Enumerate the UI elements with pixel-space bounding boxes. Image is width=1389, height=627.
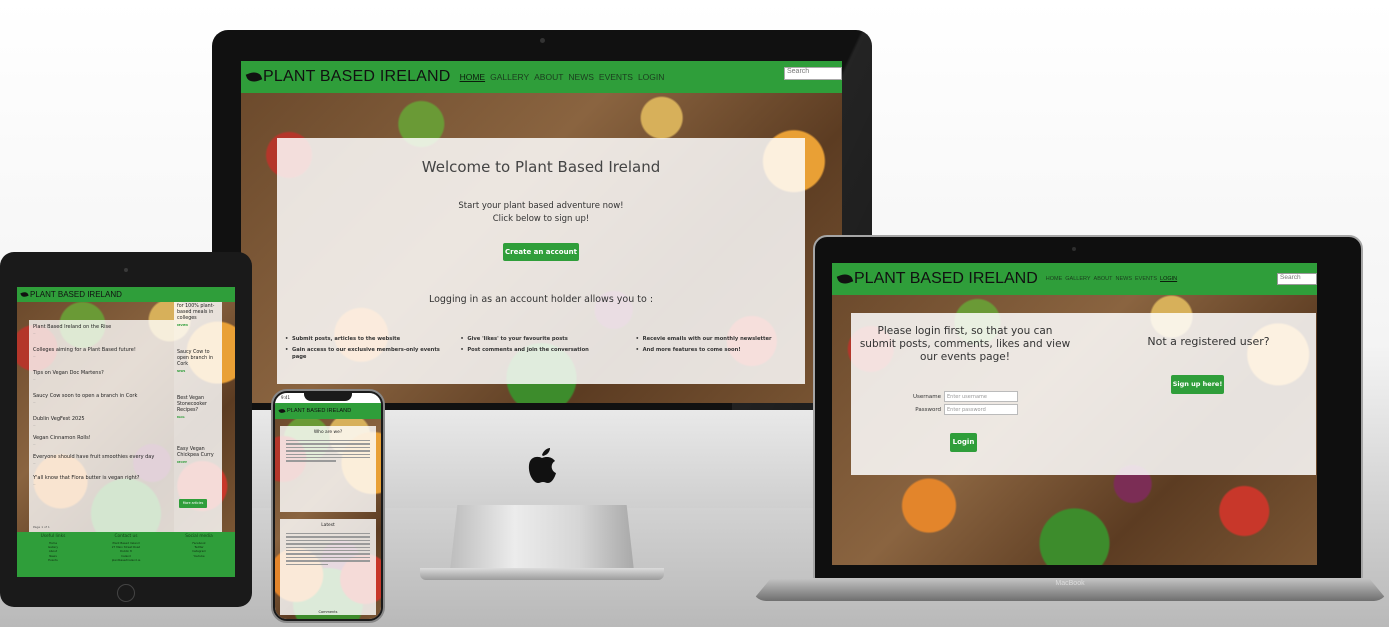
not-registered-heading: Not a registered user? [1147, 335, 1270, 348]
leaf-icon [20, 290, 29, 299]
imac-stand [450, 505, 634, 571]
imac-foot [420, 568, 664, 580]
nav-about[interactable]: ABOUT [1094, 276, 1113, 282]
login-button[interactable]: Login [950, 433, 977, 452]
search-input[interactable]: Search [1277, 273, 1317, 285]
username-label: Username [912, 393, 941, 400]
site-brand[interactable]: PLANT BASED IRELAND [278, 408, 352, 414]
macbook-camera [1072, 247, 1076, 251]
navbar: PLANT BASED IRELAND [17, 287, 235, 302]
leaf-icon [278, 408, 286, 414]
list-item[interactable]: Colleges aiming for a Plant Based future… [33, 347, 171, 358]
nav-news[interactable]: NEWS [568, 72, 594, 82]
laptop-screen: PLANT BASED IRELAND HOME GALLERY ABOUT N… [832, 263, 1317, 565]
comments-link[interactable]: Comments [280, 610, 376, 614]
footer-contact: Contact us Plant Based Ireland 27 Main S… [111, 534, 141, 562]
footer-social: Social media Facebook Twitter Instagram … [163, 534, 235, 558]
apple-logo-icon [528, 448, 556, 483]
nav-gallery[interactable]: GALLERY [1065, 276, 1090, 282]
footer-link[interactable]: Events [17, 558, 89, 562]
sign-up-button[interactable]: Sign up here! [1171, 375, 1224, 394]
site-brand[interactable]: PLANT BASED IRELAND [836, 270, 1038, 288]
pagination-text: Page 1 of 1 [33, 525, 50, 529]
list-item[interactable]: Y'all know that Flora butter is vegan ri… [33, 475, 171, 486]
latest-card: Latest Comments [280, 519, 376, 615]
list-item[interactable]: Vegan Cinnamon Rolls! — [33, 435, 171, 446]
username-field[interactable]: Enter username [944, 391, 1018, 402]
nav-events[interactable]: EVENTS [1135, 276, 1157, 282]
password-label: Password [915, 406, 941, 413]
about-card: Who are we? [280, 426, 376, 512]
page-title: Welcome to Plant Based Ireland [421, 158, 661, 176]
leaf-icon [245, 69, 263, 85]
vegetable-background: Please login first, so that you can subm… [832, 295, 1317, 565]
imac-camera [540, 38, 545, 43]
ipad-home-button [117, 584, 135, 602]
navbar: PLANT BASED IRELAND HOME GALLERY ABOUT N… [832, 263, 1317, 295]
sidebar-item[interactable]: Best Vegan Stonecooker Recipes? BLOG [177, 396, 221, 419]
card-text [280, 435, 376, 467]
benefit-item: Recevie emails with our monthly newslett… [636, 336, 797, 343]
footer: Useful links Home Gallery About News Eve… [17, 532, 235, 577]
sidebar-item[interactable]: Easy Vegan Chickpea Curry RECIPE [177, 447, 221, 464]
benefit-item: Give 'likes' to your favourite posts [460, 336, 621, 343]
benefit-item: Post comments and join the conversation [460, 347, 621, 361]
sidebar-item[interactable]: Saucy Cow to open branch in Cork NEWS [177, 350, 221, 373]
brand-name: PLANT BASED IRELAND [30, 290, 122, 299]
username-row: Username Enter username [891, 391, 1051, 402]
vegetable-background: Plant Based Ireland on the Rise — College… [17, 302, 235, 534]
navbar: PLANT BASED IRELAND [275, 403, 381, 419]
social-link[interactable]: Youtube [163, 554, 235, 558]
nav-about[interactable]: ABOUT [534, 72, 563, 82]
macbook-label: MacBook [1055, 580, 1085, 587]
login-prompt: Please login first, so that you can subm… [859, 325, 1071, 363]
nav-gallery[interactable]: GALLERY [490, 72, 529, 82]
benefits-heading: Logging in as an account holder allows y… [428, 294, 654, 305]
benefits-list: Submit posts, articles to the website Gi… [285, 336, 797, 361]
intro-text: Start your plant based adventure now! Cl… [458, 201, 624, 224]
footer-useful-links: Useful links Home Gallery About News Eve… [17, 534, 89, 562]
sidebar-item[interactable]: for 100% plant-based meals in colleges R… [177, 304, 221, 327]
site-brand[interactable]: PLANT BASED IRELAND [20, 290, 122, 299]
list-item[interactable]: Tips on Vegan Doc Martens? — [33, 370, 171, 381]
nav-links: HOME GALLERY ABOUT NEWS EVENTS LOGIN [460, 72, 665, 82]
welcome-panel: Welcome to Plant Based Ireland Start you… [277, 138, 805, 384]
password-field[interactable]: Enter password [944, 404, 1018, 415]
post-list: Plant Based Ireland on the Rise — College… [29, 320, 174, 534]
phone-screen: 9:41 PLANT BASED IRELAND Who are we? Lat… [275, 393, 381, 619]
nav-login[interactable]: LOGIN [1160, 276, 1177, 282]
benefit-item: Gain access to our exclusive members-onl… [285, 347, 446, 361]
vegetable-background: Welcome to Plant Based Ireland Start you… [241, 93, 842, 403]
list-item[interactable]: Plant Based Ireland on the Rise — [33, 324, 171, 335]
nav-login[interactable]: LOGIN [638, 72, 664, 82]
login-panel: Please login first, so that you can subm… [851, 313, 1316, 475]
brand-name: PLANT BASED IRELAND [287, 408, 352, 414]
brand-name: PLANT BASED IRELAND [263, 68, 451, 85]
create-account-button[interactable]: Create an account [503, 243, 579, 261]
card-text [280, 528, 376, 570]
ipad-camera [124, 268, 128, 272]
list-item[interactable]: Dublin VegFest 2025— [33, 416, 171, 427]
desktop-screen: PLANT BASED IRELAND HOME GALLERY ABOUT N… [241, 61, 842, 403]
nav-events[interactable]: EVENTS [599, 72, 633, 82]
search-input[interactable]: Search [784, 67, 842, 80]
leaf-icon [836, 271, 854, 287]
tablet-screen: PLANT BASED IRELAND Plant Based Ireland … [17, 287, 235, 577]
brand-name: PLANT BASED IRELAND [854, 270, 1038, 287]
more-articles-button[interactable]: More articles [179, 499, 207, 508]
benefit-item: And more features to come soon! [636, 347, 797, 361]
list-item[interactable]: Saucy Cow soon to open a branch in Cork — [33, 393, 171, 404]
nav-home[interactable]: HOME [1046, 276, 1063, 282]
benefit-item: Submit posts, articles to the website [285, 336, 446, 343]
vegetable-background: Who are we? Latest Comments [275, 419, 381, 619]
list-item[interactable]: Everyone should have fruit smoothies eve… [33, 454, 171, 465]
iphone-notch [304, 393, 352, 401]
password-row: Password Enter password [891, 404, 1051, 415]
nav-home[interactable]: HOME [460, 72, 486, 82]
nav-news[interactable]: NEWS [1116, 276, 1133, 282]
site-brand[interactable]: PLANT BASED IRELAND [245, 68, 451, 86]
navbar: PLANT BASED IRELAND HOME GALLERY ABOUT N… [241, 61, 842, 93]
sidebar: for 100% plant-based meals in colleges R… [174, 302, 222, 534]
nav-links: HOME GALLERY ABOUT NEWS EVENTS LOGIN [1046, 276, 1177, 282]
